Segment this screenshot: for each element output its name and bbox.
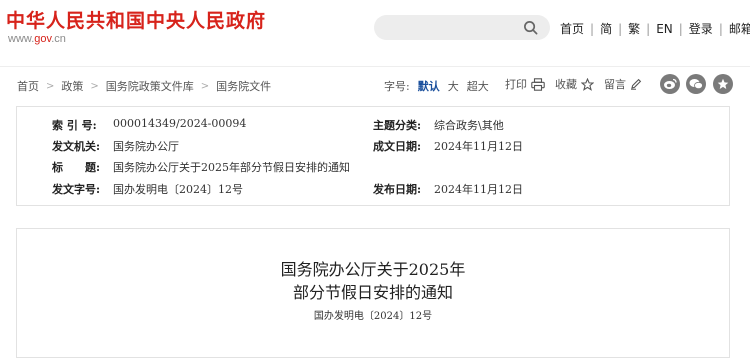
nav-traditional[interactable]: 繁	[628, 20, 640, 37]
print-label: 打印	[505, 78, 527, 91]
document-title-value: 国务院办公厅关于2025年部分节假日安排的通知	[113, 161, 350, 174]
publish-date-value: 2024年11月12日	[434, 183, 523, 196]
comment-button[interactable]: 留言	[604, 76, 642, 92]
pencil-icon	[631, 78, 642, 90]
site-url-prefix: www.	[8, 33, 35, 45]
share-glyph-icon	[717, 78, 729, 89]
site-url[interactable]: www.gov.cn	[8, 33, 66, 45]
wechat-glyph-icon	[689, 79, 703, 90]
chevron-right-icon: >	[46, 80, 55, 92]
comment-label: 留言	[604, 78, 626, 91]
document-heading: 国务院办公厅关于2025年 部分节假日安排的通知	[16, 258, 730, 304]
publish-date-label: 发布日期:	[373, 183, 422, 196]
document-title-label: 标 题:	[52, 161, 101, 174]
document-number: 国办发明电〔2024〕12号	[313, 311, 433, 322]
page-tools: 打印 收藏 留言	[505, 76, 652, 92]
date-written-label: 成文日期:	[373, 140, 422, 153]
weibo-icon[interactable]	[660, 74, 680, 94]
site-url-suffix: .cn	[51, 33, 66, 45]
site-title[interactable]: 中华人民共和国中央人民政府	[6, 6, 266, 33]
document-heading-line2: 部分节假日安排的通知	[292, 283, 453, 302]
document-number-value: 国办发明电〔2024〕12号	[113, 183, 243, 196]
nav-english[interactable]: EN	[656, 22, 673, 36]
font-size-label: 字号:	[384, 80, 410, 93]
nav-separator: |	[590, 21, 595, 36]
nav-separator: |	[618, 21, 623, 36]
nav-mail[interactable]: 邮箱	[729, 20, 750, 37]
topic-category-label: 主题分类:	[373, 119, 422, 132]
nav-separator: |	[718, 21, 723, 36]
nav-separator: |	[678, 21, 683, 36]
site-url-accent: gov	[34, 33, 52, 45]
chevron-right-icon: >	[90, 80, 99, 92]
star-icon	[581, 77, 594, 91]
print-button[interactable]: 打印	[505, 76, 545, 92]
chevron-right-icon: >	[200, 80, 210, 92]
font-size-xlarge[interactable]: 超大	[467, 78, 489, 94]
weibo-glyph-icon	[664, 78, 677, 89]
document-number-label: 发文字号:	[52, 183, 101, 196]
favorite-label: 收藏	[555, 78, 577, 91]
date-written-value: 2024年11月12日	[434, 140, 523, 153]
nav-home[interactable]: 首页	[560, 20, 584, 37]
search-icon[interactable]	[523, 20, 538, 35]
wechat-icon[interactable]	[686, 74, 706, 94]
nav-separator: |	[646, 21, 651, 36]
font-size-large[interactable]: 大	[448, 78, 459, 94]
more-share-icon[interactable]	[713, 74, 733, 94]
search-input[interactable]	[374, 15, 550, 40]
breadcrumb-home[interactable]: 首页	[17, 78, 39, 94]
issuing-authority-value: 国务院办公厅	[113, 140, 179, 153]
favorite-button[interactable]: 收藏	[555, 76, 594, 92]
font-size-selector: 字号: 默认 大 超大	[384, 78, 497, 94]
breadcrumb-policy[interactable]: 政策	[61, 78, 83, 94]
nav-simplified[interactable]: 简	[600, 20, 612, 37]
document-heading-line1: 国务院办公厅关于2025年	[280, 260, 466, 279]
index-number-value: 000014349/2024-00094	[113, 117, 247, 130]
printer-icon	[531, 77, 545, 91]
font-size-default[interactable]: 默认	[418, 78, 440, 94]
breadcrumb-state-council-docs[interactable]: 国务院文件	[216, 78, 271, 94]
topic-category-value: 综合政务\其他	[434, 119, 504, 132]
breadcrumb-policy-library[interactable]: 国务院政策文件库	[106, 78, 194, 94]
nav-login[interactable]: 登录	[689, 20, 713, 37]
top-nav: 首页 | 简 | 繁 | EN | 登录 | 邮箱	[560, 20, 750, 37]
breadcrumb: 首页 > 政策 > 国务院政策文件库 > 国务院文件	[17, 78, 271, 94]
issuing-authority-label: 发文机关:	[52, 140, 101, 153]
index-number-label: 索 引 号:	[52, 119, 97, 132]
